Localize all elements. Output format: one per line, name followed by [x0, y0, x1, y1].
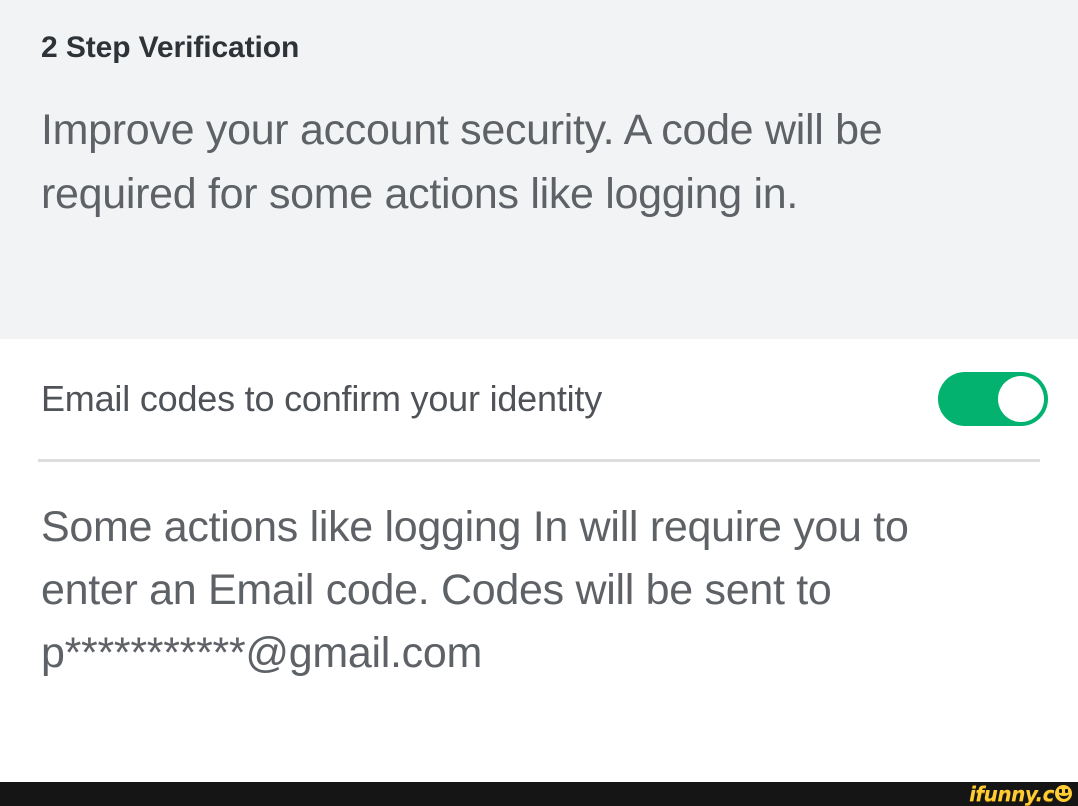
toggle-knob	[998, 376, 1044, 422]
header-description: Improve your account security. A code wi…	[41, 106, 883, 218]
footnote-section: Some actions like logging In will requir…	[0, 462, 1078, 806]
email-code-footnote: Some actions like logging In will requir…	[41, 503, 909, 677]
page-title: 2 Step Verification	[41, 31, 300, 64]
bottom-watermark-bar: ifunny.c	[0, 782, 1078, 806]
watermark-text: ifunny.c	[969, 782, 1054, 806]
ifunny-watermark: ifunny.c	[969, 784, 1072, 804]
email-codes-toggle-label: Email codes to confirm your identity	[41, 378, 603, 419]
email-codes-setting-row[interactable]: Email codes to confirm your identity	[0, 339, 1078, 459]
settings-screen: 2 Step Verification Improve your account…	[0, 0, 1078, 806]
email-codes-toggle-switch[interactable]	[938, 372, 1048, 426]
smiley-mouth	[1058, 791, 1069, 799]
smiley-face-icon	[1055, 785, 1072, 802]
two-step-verification-header: 2 Step Verification Improve your account…	[0, 0, 1078, 339]
